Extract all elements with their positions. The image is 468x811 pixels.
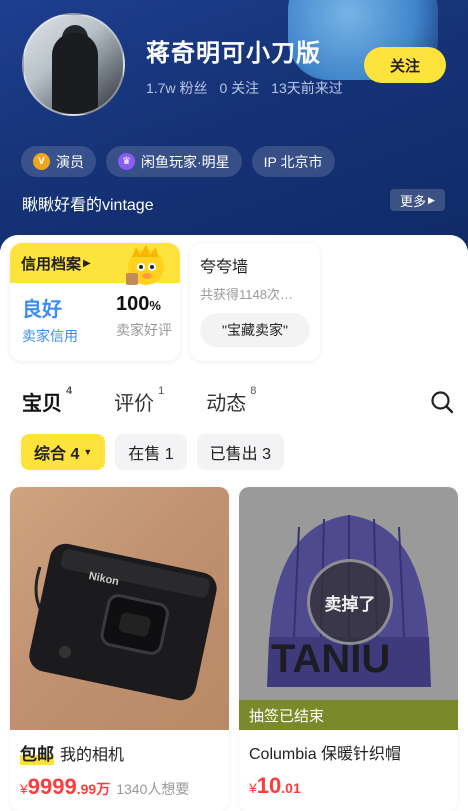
price-integer: 10 — [256, 773, 282, 798]
filter-on-sale[interactable]: 在售 1 — [115, 434, 187, 470]
tag-player-star[interactable]: ♛ 闲鱼玩家·明星 — [106, 146, 242, 177]
credit-rating-label: 卖家信用 — [22, 328, 78, 344]
filter-sold[interactable]: 已售出 3 — [196, 434, 284, 470]
credit-body: 良好 卖家信用 100% 卖家好评 — [22, 293, 172, 346]
praise-wall-card[interactable]: 夸夸墙 共获得1148次… "宝藏卖家" — [190, 243, 320, 361]
price-decimal: .01 — [281, 780, 301, 796]
follow-button[interactable]: 关注 — [364, 47, 446, 83]
tag-label: IP 北京市 — [263, 153, 323, 170]
item-title: 我的相机 — [60, 746, 125, 764]
price-decimal: .99万 — [76, 781, 111, 797]
item-price-row: ¥ 9999 .99万 1340人想要 — [20, 774, 229, 800]
caret-right-icon: ▶ — [83, 257, 91, 269]
avatar-figure — [52, 33, 98, 114]
tab-label: 动态 — [206, 393, 247, 415]
item-card[interactable]: Nikon 包邮 我的相机 ¥ 9999 .99万 1340人想要 — [10, 487, 229, 811]
avatar[interactable] — [22, 13, 125, 116]
tab-count: 4 — [66, 385, 73, 397]
praise-subtitle: 共获得1148次… — [200, 287, 293, 302]
positive-rate-value: 100 — [116, 293, 150, 315]
want-count: 1340人想要 — [116, 781, 190, 797]
tab-label: 评价 — [114, 393, 155, 415]
price-symbol: ¥ — [249, 780, 257, 796]
item-image-beanie: TANIU 卖掉了 抽签已结束 — [239, 487, 458, 730]
positive-rate-unit: % — [149, 298, 161, 313]
price-integer: 9999 — [27, 774, 77, 799]
item-card[interactable]: TANIU 卖掉了 抽签已结束 Columbia 保暖针织帽 ¥ 10 .01 — [239, 487, 458, 811]
followers-count[interactable]: 1.7w 粉丝 — [146, 78, 207, 98]
mascot-icon — [126, 245, 164, 285]
positive-rate-label: 卖家好评 — [116, 322, 172, 338]
item-title-row: 包邮 我的相机 — [20, 740, 229, 765]
profile-tabs: 宝贝 4 评价 1 动态 8 — [22, 385, 298, 418]
credit-rating: 良好 — [22, 299, 62, 321]
tab-moments[interactable]: 动态 8 — [206, 385, 257, 416]
tab-items[interactable]: 宝贝 4 — [22, 385, 73, 418]
credit-title: 信用档案 — [21, 255, 82, 273]
price-symbol: ¥ — [20, 781, 28, 797]
caret-down-icon: ▼ — [83, 447, 93, 457]
item-price-row: ¥ 10 .01 — [249, 773, 458, 799]
content-sheet: 信用档案 ▶ 良好 卖家信用 100% 卖家好评 夸夸墙 共获得1148次… "… — [0, 235, 468, 811]
filter-chips: 综合 4 ▼ 在售 1 已售出 3 — [21, 434, 284, 470]
item-title-row: Columbia 保暖针织帽 — [249, 740, 458, 764]
more-button[interactable]: 更多 ▶ — [390, 189, 445, 211]
filter-all[interactable]: 综合 4 ▼ — [21, 434, 106, 470]
item-title: Columbia 保暖针织帽 — [249, 746, 402, 763]
username: 蒋奇明可小刀版 — [146, 40, 321, 67]
last-seen: 13天前来过 — [271, 80, 343, 96]
svg-text:TANIU: TANIU — [271, 637, 390, 681]
profile-tags: V 演员 ♛ 闲鱼玩家·明星 IP 北京市 — [21, 146, 335, 177]
more-label: 更多 — [400, 193, 427, 209]
crown-icon: ♛ — [118, 153, 135, 170]
search-icon[interactable] — [430, 390, 454, 414]
tab-count: 1 — [158, 385, 165, 397]
filter-label: 综合 4 — [34, 446, 80, 463]
filter-label: 已售出 3 — [209, 446, 271, 463]
tag-label: 闲鱼玩家·明星 — [141, 153, 230, 170]
v-badge-icon: V — [33, 153, 50, 170]
camera-illustration: Nikon — [29, 543, 217, 701]
praise-chip[interactable]: "宝藏卖家" — [200, 313, 310, 347]
caret-right-icon: ▶ — [428, 194, 435, 205]
tag-label: 演员 — [56, 153, 84, 170]
tab-reviews[interactable]: 评价 1 — [114, 385, 165, 416]
positive-rate: 100% — [116, 293, 172, 316]
tag-actor[interactable]: V 演员 — [21, 146, 96, 177]
profile-stats: 1.7w 粉丝 0 关注 13天前来过 — [146, 78, 343, 98]
tag-ip-location: IP 北京市 — [251, 146, 335, 177]
tab-label: 宝贝 — [22, 393, 62, 415]
item-image-camera: Nikon — [10, 487, 229, 730]
profile-header: 蒋奇明可小刀版 1.7w 粉丝 0 关注 13天前来过 关注 V 演员 ♛ 闲鱼… — [0, 0, 468, 250]
filter-label: 在售 1 — [128, 446, 174, 463]
tab-count: 8 — [250, 385, 257, 397]
lottery-ended-bar: 抽签已结束 — [239, 700, 458, 730]
free-shipping-badge: 包邮 — [20, 740, 54, 765]
following-count[interactable]: 0 关注 — [219, 78, 259, 98]
bio-text: 瞅瞅好看的vintage — [22, 197, 154, 214]
praise-title: 夸夸墙 — [200, 259, 249, 276]
credit-card[interactable]: 信用档案 ▶ 良好 卖家信用 100% 卖家好评 — [10, 243, 180, 361]
sold-out-stamp: 卖掉了 — [307, 559, 393, 645]
